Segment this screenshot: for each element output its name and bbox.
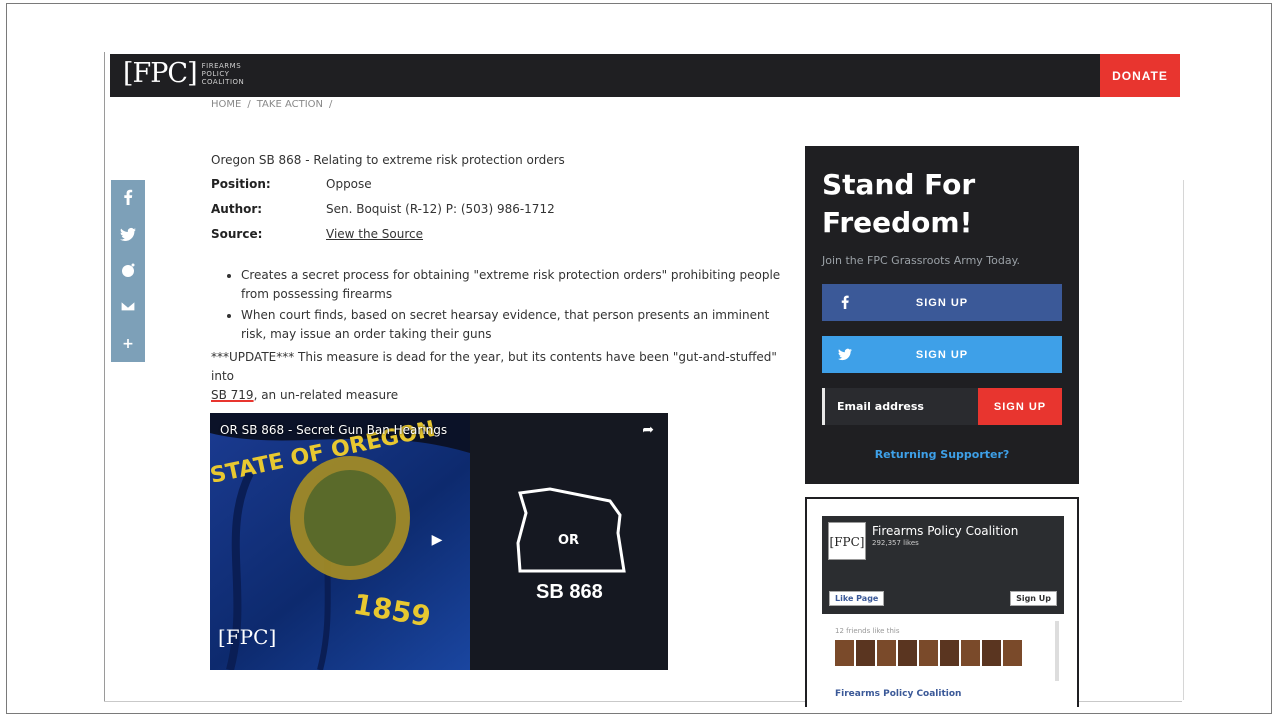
reddit-icon[interactable] [119, 262, 137, 280]
page-border-left [104, 52, 105, 702]
author-label: Author: [211, 202, 263, 216]
facebook-signup-label: SIGN UP [915, 296, 969, 309]
plus-icon[interactable]: + [119, 335, 137, 353]
signup-widget: Stand For Freedom! Join the FPC Grassroo… [805, 146, 1079, 484]
video-player[interactable]: STATE OF OREGON 1859 OR SB 868 - Secret … [210, 413, 668, 670]
avatar[interactable] [940, 640, 959, 666]
meta-position: Position: Oppose [211, 177, 791, 202]
bullet-item: When court finds, based on secret hearsa… [241, 306, 791, 344]
fb-signup-button[interactable]: Sign Up [1010, 591, 1057, 606]
fb-scrollbar[interactable] [1055, 621, 1059, 681]
state-label: OR [558, 533, 580, 548]
email-signup-button[interactable]: SIGN UP [978, 388, 1062, 425]
video-watermark: [FPC] [218, 625, 277, 649]
email-signup-row: SIGN UP [822, 388, 1062, 425]
fb-page-name[interactable]: Firearms Policy Coalition [872, 524, 1018, 538]
returning-supporter-link[interactable]: Returning Supporter? [822, 448, 1062, 461]
fb-friend-avatars [835, 640, 1022, 666]
fb-likes-count: 292,357 likes [872, 539, 919, 547]
position-label: Position: [211, 177, 271, 191]
source-label: Source: [211, 227, 263, 241]
breadcrumb-separator: / [247, 99, 251, 110]
fpc-logo[interactable]: [FPC] FIREARMS POLICY COALITION [123, 57, 254, 91]
avatar[interactable] [919, 640, 938, 666]
author-value: Sen. Boquist (R-12) P: (503) 986-1712 [326, 202, 555, 216]
facebook-page-widget: [FPC] Firearms Policy Coalition 292,357 … [805, 497, 1079, 707]
fb-like-page-button[interactable]: Like Page [829, 591, 885, 606]
fb-footer-link[interactable]: Firearms Policy Coalition [835, 689, 961, 699]
avatar[interactable] [835, 640, 854, 666]
avatar[interactable] [1003, 640, 1022, 666]
fb-cover[interactable]: [FPC] Firearms Policy Coalition 292,357 … [822, 516, 1064, 614]
page-border-right [1183, 180, 1184, 700]
source-link[interactable]: View the Source [326, 227, 423, 252]
breadcrumb: HOME / TAKE ACTION / [211, 99, 332, 110]
video-title[interactable]: OR SB 868 - Secret Gun Ban Hearings [220, 423, 447, 437]
donate-button[interactable]: DONATE [1100, 54, 1180, 97]
top-navbar: [FPC] FIREARMS POLICY COALITION DONATE [110, 54, 1180, 97]
twitter-icon[interactable] [119, 226, 137, 244]
sb719-link[interactable]: SB 719 [211, 388, 254, 402]
article-content: Oregon SB 868 - Relating to extreme risk… [211, 153, 791, 405]
facebook-signup-button[interactable]: SIGN UP [822, 284, 1062, 321]
signup-heading: Stand For Freedom! [822, 168, 976, 239]
share-arrow-icon[interactable]: ➦ [642, 422, 654, 438]
facebook-icon[interactable] [119, 189, 137, 207]
avatar[interactable] [982, 640, 1001, 666]
fb-friends-text: 12 friends like this [835, 627, 900, 635]
logo-mark: [FPC] [123, 58, 198, 89]
avatar[interactable] [898, 640, 917, 666]
avatar[interactable] [856, 640, 875, 666]
bullet-item: Creates a secret process for obtaining "… [241, 266, 791, 304]
share-sidebar: + [111, 180, 145, 362]
signup-subtext: Join the FPC Grassroots Army Today. [822, 254, 1021, 267]
position-value: Oppose [326, 177, 372, 191]
article-bullets: Creates a secret process for obtaining "… [211, 266, 791, 344]
twitter-icon [838, 347, 852, 361]
breadcrumb-home[interactable]: HOME [211, 99, 241, 110]
article-title: Oregon SB 868 - Relating to extreme risk… [211, 153, 565, 167]
email-field[interactable] [822, 388, 978, 425]
avatar[interactable] [877, 640, 896, 666]
email-icon[interactable] [119, 298, 137, 316]
update-prefix: ***UPDATE*** This measure is dead for th… [211, 350, 777, 383]
twitter-signup-button[interactable]: SIGN UP [822, 336, 1062, 373]
meta-source: Source: View the Source [211, 227, 791, 252]
play-icon[interactable]: ▶ [422, 525, 452, 555]
update-suffix: , an un-related measure [253, 388, 399, 402]
twitter-signup-label: SIGN UP [915, 348, 969, 361]
breadcrumb-take-action[interactable]: TAKE ACTION [257, 99, 323, 110]
update-note: ***UPDATE*** This measure is dead for th… [211, 348, 791, 405]
bill-label: SB 868 [536, 581, 603, 603]
breadcrumb-separator: / [329, 99, 333, 110]
avatar[interactable] [961, 640, 980, 666]
logo-text: FIREARMS POLICY COALITION [201, 62, 245, 86]
fb-page-logo[interactable]: [FPC] [828, 522, 866, 560]
meta-author: Author: Sen. Boquist (R-12) P: (503) 986… [211, 202, 791, 227]
facebook-icon [838, 295, 852, 309]
